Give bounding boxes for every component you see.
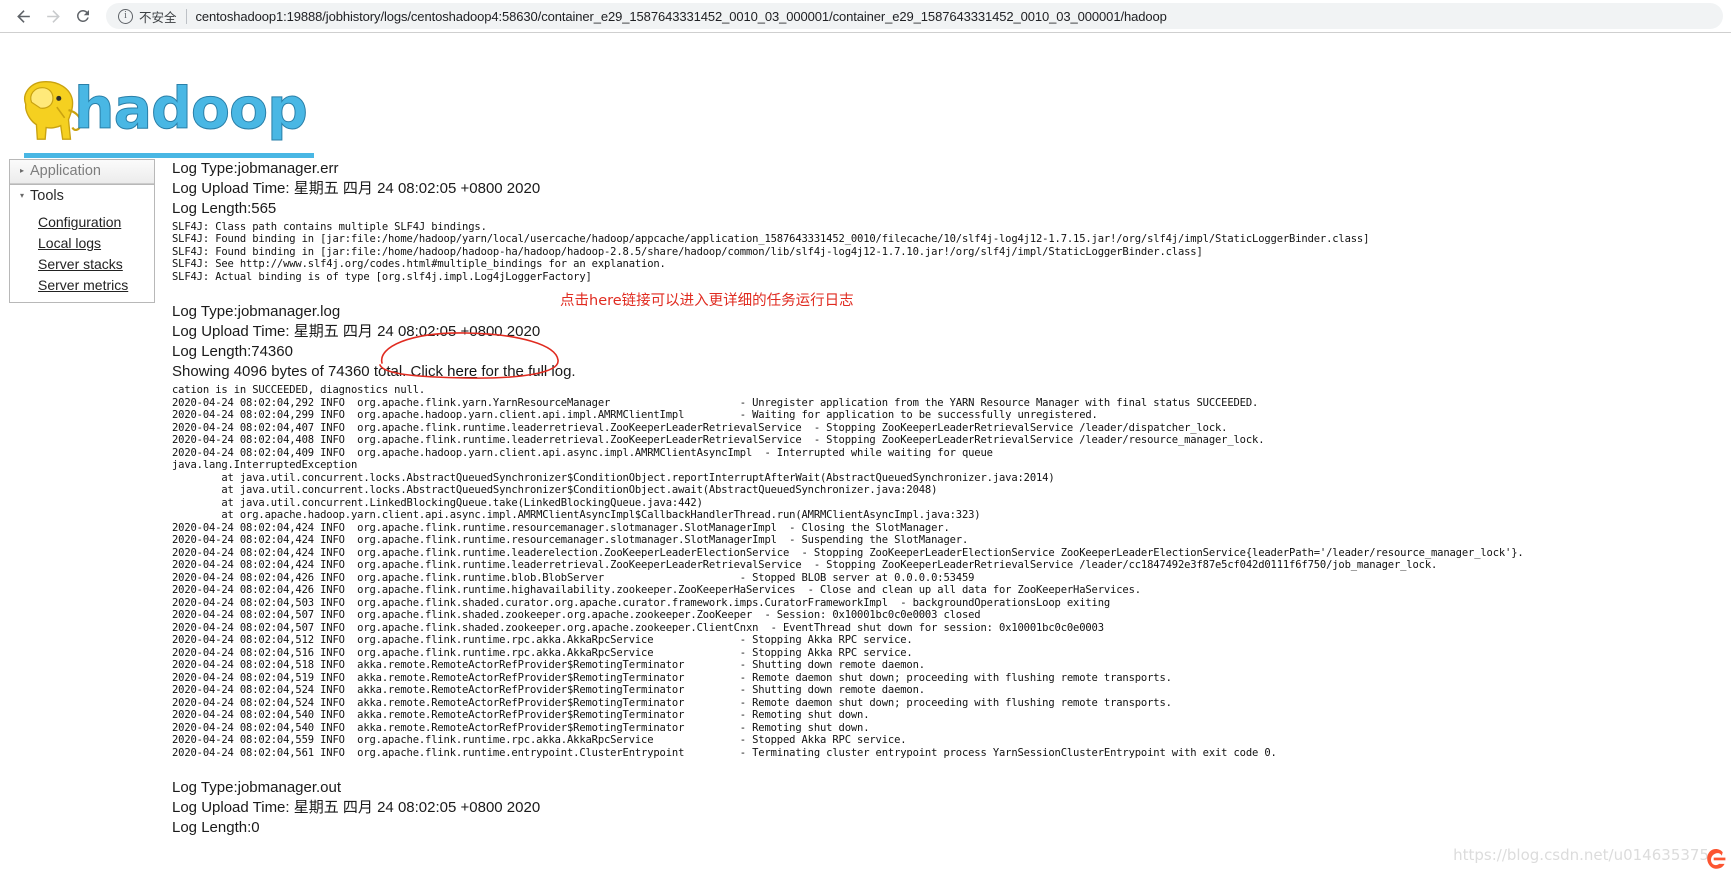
reload-icon[interactable] bbox=[68, 1, 98, 31]
url-text: centoshadoop1:19888/jobhistory/logs/cent… bbox=[195, 8, 1167, 24]
full-log-link[interactable]: here bbox=[447, 363, 477, 380]
showing-bytes-prefix: Showing 4096 bytes of 74360 total. Click bbox=[172, 363, 448, 381]
omnibox-divider bbox=[185, 8, 187, 24]
back-arrow-glyph bbox=[16, 9, 30, 23]
log-upload-value-3: 星期五 四月 24 08:02:05 +0800 2020 bbox=[293, 799, 541, 816]
sidebar-item-server-metrics[interactable]: Server metrics bbox=[10, 275, 154, 296]
hadoop-wordmark: hadoop bbox=[74, 76, 309, 142]
log-length-label: Log Length: bbox=[172, 199, 252, 217]
log-type-value-3: jobmanager.out bbox=[237, 779, 342, 797]
log-length-label-2: Log Length: bbox=[172, 343, 252, 361]
log-length-label-3: Log Length: bbox=[172, 818, 252, 836]
log-content: Log Type:jobmanager.err Log Upload Time:… bbox=[172, 159, 1712, 838]
chevron-down-icon: ▾ bbox=[20, 191, 25, 200]
browser-toolbar: i 不安全 centoshadoop1:19888/jobhistory/log… bbox=[0, 0, 1731, 33]
log-length-value-3: 0 bbox=[251, 818, 260, 836]
log-upload-value-2: 星期五 四月 24 08:02:05 +0800 2020 bbox=[293, 323, 541, 341]
log-upload-label-2: Log Upload Time: bbox=[172, 323, 290, 341]
log-upload-label: Log Upload Time: bbox=[172, 179, 290, 197]
section-spacer-2 bbox=[172, 759, 1712, 778]
page-body: hadoop ▸ Application ▾ Tools Configurati… bbox=[0, 33, 1731, 878]
showing-bytes-row: Showing 4096 bytes of 74360 total. Click… bbox=[172, 362, 1712, 382]
sidebar-section-application[interactable]: ▸ Application bbox=[10, 160, 154, 184]
log-type-value: jobmanager.err bbox=[237, 160, 339, 177]
log-body-err: SLF4J: Class path contains multiple SLF4… bbox=[172, 220, 1370, 283]
log-type-row-3: Log Type:jobmanager.out bbox=[172, 778, 1712, 798]
log-type-label-2: Log Type: bbox=[172, 303, 238, 321]
sidebar-tools-items: Configuration Local logs Server stacks S… bbox=[10, 208, 154, 302]
log-length-row: Log Length:565 bbox=[172, 199, 1712, 219]
csdn-logo-icon bbox=[1707, 849, 1726, 869]
log-length-value-2: 74360 bbox=[251, 343, 293, 361]
sidebar-section-application-label: Application bbox=[30, 163, 101, 179]
log-length-row-2: Log Length:74360 bbox=[172, 342, 1712, 362]
back-arrow-icon[interactable] bbox=[8, 1, 38, 31]
log-type-value-2: jobmanager.log bbox=[237, 303, 341, 321]
forward-arrow-icon[interactable] bbox=[38, 1, 68, 31]
watermark-url: https://blog.csdn.net/u014635375 bbox=[1453, 846, 1709, 864]
showing-bytes-suffix: for the full log. bbox=[477, 363, 576, 381]
annotation-text: 点击here链接可以进入更详细的任务运行日志 bbox=[560, 293, 854, 309]
log-section-jobmanager-err: Log Type:jobmanager.err Log Upload Time:… bbox=[172, 159, 1712, 283]
site-info-icon[interactable]: i bbox=[118, 8, 133, 24]
log-type-row: Log Type:jobmanager.err bbox=[172, 159, 1712, 179]
nav-block-tools: ▾ Tools Configuration Local logs Server … bbox=[9, 185, 155, 303]
sidebar-item-server-stacks[interactable]: Server stacks bbox=[10, 254, 154, 275]
forward-arrow-glyph bbox=[46, 9, 60, 23]
address-bar[interactable]: i 不安全 centoshadoop1:19888/jobhistory/log… bbox=[106, 3, 1723, 29]
log-section-jobmanager-log: Log Type:jobmanager.log Log Upload Time:… bbox=[172, 302, 1712, 759]
log-type-label: Log Type: bbox=[172, 160, 238, 177]
log-upload-row: Log Upload Time: 星期五 四月 24 08:02:05 +080… bbox=[172, 179, 1712, 199]
log-upload-value: 星期五 四月 24 08:02:05 +0800 2020 bbox=[293, 179, 541, 197]
log-upload-row-3: Log Upload Time: 星期五 四月 24 08:02:05 +080… bbox=[172, 798, 1712, 818]
sidebar-section-tools-label: Tools bbox=[30, 188, 64, 204]
nav-block-application: ▸ Application bbox=[9, 159, 155, 185]
security-status-label: 不安全 bbox=[139, 10, 177, 25]
log-upload-label-3: Log Upload Time: bbox=[172, 799, 290, 816]
reload-glyph bbox=[76, 9, 89, 22]
sidebar-section-tools[interactable]: ▾ Tools bbox=[10, 185, 154, 208]
sidebar: ▸ Application ▾ Tools Configuration Loca… bbox=[9, 159, 155, 303]
log-section-jobmanager-out: Log Type:jobmanager.out Log Upload Time:… bbox=[172, 778, 1712, 838]
logo-underline bbox=[24, 153, 314, 158]
log-type-label-3: Log Type: bbox=[172, 779, 238, 797]
sidebar-item-configuration[interactable]: Configuration bbox=[10, 212, 154, 233]
chevron-right-icon: ▸ bbox=[20, 166, 25, 175]
log-length-value: 565 bbox=[251, 199, 277, 217]
log-length-row-3: Log Length:0 bbox=[172, 818, 1712, 838]
hadoop-logo[interactable]: hadoop bbox=[12, 73, 314, 158]
log-body-log: cation is in SUCCEEDED, diagnostics null… bbox=[172, 384, 1524, 759]
sidebar-item-local-logs[interactable]: Local logs bbox=[10, 233, 154, 254]
log-upload-row-2: Log Upload Time: 星期五 四月 24 08:02:05 +080… bbox=[172, 322, 1712, 342]
log-type-row-2: Log Type:jobmanager.log bbox=[172, 302, 1712, 322]
